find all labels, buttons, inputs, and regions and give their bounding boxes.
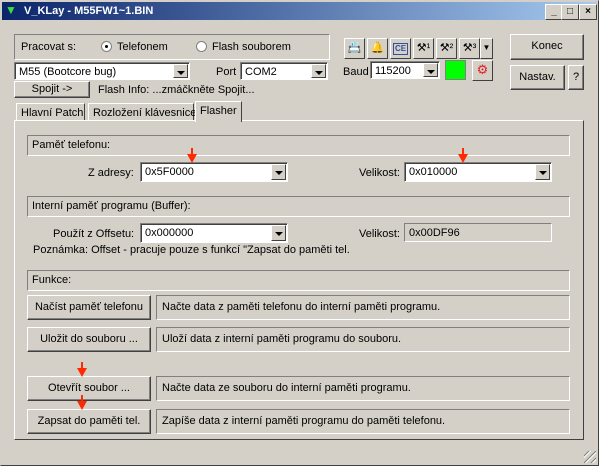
tools-menu-chevron-icon[interactable]: ▼ [480,38,493,59]
radio-flash-label[interactable]: Flash souborem [212,41,291,53]
radio-phone-label[interactable]: Telefonem [117,41,168,53]
tab-label: Rozložení klávesnice [93,107,197,119]
size-value: 0x010000 [409,166,458,178]
functions-header-text: Funkce: [32,274,72,286]
radio-phone[interactable] [101,41,112,52]
close-window-button[interactable]: × [579,4,597,20]
chevron-down-icon[interactable] [311,64,326,78]
tab-keyboard-layout[interactable]: Rozložení klávesnice [88,103,197,121]
baud-value: 115200 [375,65,411,77]
desc-text: Zapíše data z interní paměti programu do… [162,415,446,427]
title-bar: ▼ V_KLay - M55FW1~1.BIN _ □ × [2,2,597,20]
size-label: Velikost: [359,167,400,179]
from-address-label: Z adresy: [88,167,134,179]
model-value: M55 (Bootcore bug) [19,66,117,78]
baud-select[interactable]: 115200 [370,61,440,79]
read-phone-memory-button[interactable]: Načíst paměť telefonu [27,295,151,320]
save-to-file-desc: Uloží data z interní paměti programu do … [156,327,570,352]
bell-icon[interactable]: 🔔 [367,38,388,59]
maximize-button[interactable]: □ [561,4,579,20]
desc-text: Uloží data z interní paměti programu do … [162,333,402,345]
offset-value: 0x000000 [145,227,194,239]
tab-main-patch[interactable]: Hlavní Patch [16,103,85,121]
note-text: Poznámka: Offset - pracuje pouze s funkc… [33,244,350,256]
arrow-marker-icon [187,148,197,163]
flash-info-text: Flash Info: ...zmáčkněte Spojit... [98,84,255,96]
chevron-down-icon[interactable] [535,164,550,180]
buffer-size-value: 0x00DF96 [409,227,460,239]
chevron-down-icon[interactable] [271,164,286,180]
phone-memory-header-text: Paměť telefonu: [32,139,111,151]
tools-1-icon[interactable]: ⚒¹ [413,38,434,59]
functions-header: Funkce: [27,270,570,291]
tab-label: Flasher [200,105,237,117]
write-phone-memory-button[interactable]: Zapsat do paměti tel. [27,409,151,434]
port-value: COM2 [245,66,277,78]
arrow-marker-icon [77,395,87,410]
buffer-header: Interní paměť programu (Buffer): [27,196,570,217]
tab-flasher[interactable]: Flasher [195,101,242,122]
desc-text: Načte data ze souboru do interní paměti … [162,382,411,394]
save-to-file-button[interactable]: Uložit do souboru ... [27,327,151,352]
from-address-value: 0x5F0000 [145,166,194,178]
tools-2-icon[interactable]: ⚒² [436,38,457,59]
arrow-marker-icon [77,362,87,377]
buffer-size-label: Velikost: [359,228,400,240]
chevron-down-icon[interactable] [173,64,188,78]
phone-book-icon[interactable]: 📇 [344,38,365,59]
desc-text: Načte data z paměti telefonu do interní … [162,301,441,313]
window-title: V_KLay - M55FW1~1.BIN [24,5,154,17]
chevron-down-icon[interactable] [423,63,438,77]
open-file-button[interactable]: Otevřít soubor ... [27,376,151,401]
settings-button[interactable]: Nastav. [510,65,565,90]
port-label: Port [216,66,237,78]
resize-grip-icon[interactable] [584,451,596,463]
app-logo-icon: ▼ [5,3,17,17]
buffer-header-text: Interní paměť programu (Buffer): [32,200,191,212]
help-button[interactable]: ? [568,65,584,90]
buffer-size-field: 0x00DF96 [404,223,552,242]
size-select[interactable]: 0x010000 [404,162,552,182]
close-button[interactable]: Konec [510,34,584,60]
arrow-marker-icon [458,148,468,163]
tools-3-icon[interactable]: ⚒³ [459,38,480,59]
radio-flash-file[interactable] [196,41,207,52]
from-address-select[interactable]: 0x5F0000 [140,162,288,182]
write-phone-memory-desc: Zapíše data z interní paměti programu do… [156,409,570,434]
offset-select[interactable]: 0x000000 [140,223,288,243]
phone-memory-header: Paměť telefonu: [27,135,570,156]
mode-label: Pracovat s: [21,41,77,53]
gear-icon[interactable]: ⚙ [472,60,493,81]
tab-label: Hlavní Patch [21,107,84,119]
connect-button[interactable]: Spojit -> [14,81,90,98]
status-indicator [445,60,466,80]
offset-label: Použít z Offsetu: [53,228,135,240]
open-file-desc: Načte data ze souboru do interní paměti … [156,376,570,401]
baud-label: Baud [343,66,369,78]
chevron-down-icon[interactable] [271,225,286,241]
model-select[interactable]: M55 (Bootcore bug) [14,62,190,80]
read-phone-memory-desc: Načte data z paměti telefonu do interní … [156,295,570,320]
ce-icon[interactable]: CE [390,38,411,59]
port-select[interactable]: COM2 [240,62,328,80]
